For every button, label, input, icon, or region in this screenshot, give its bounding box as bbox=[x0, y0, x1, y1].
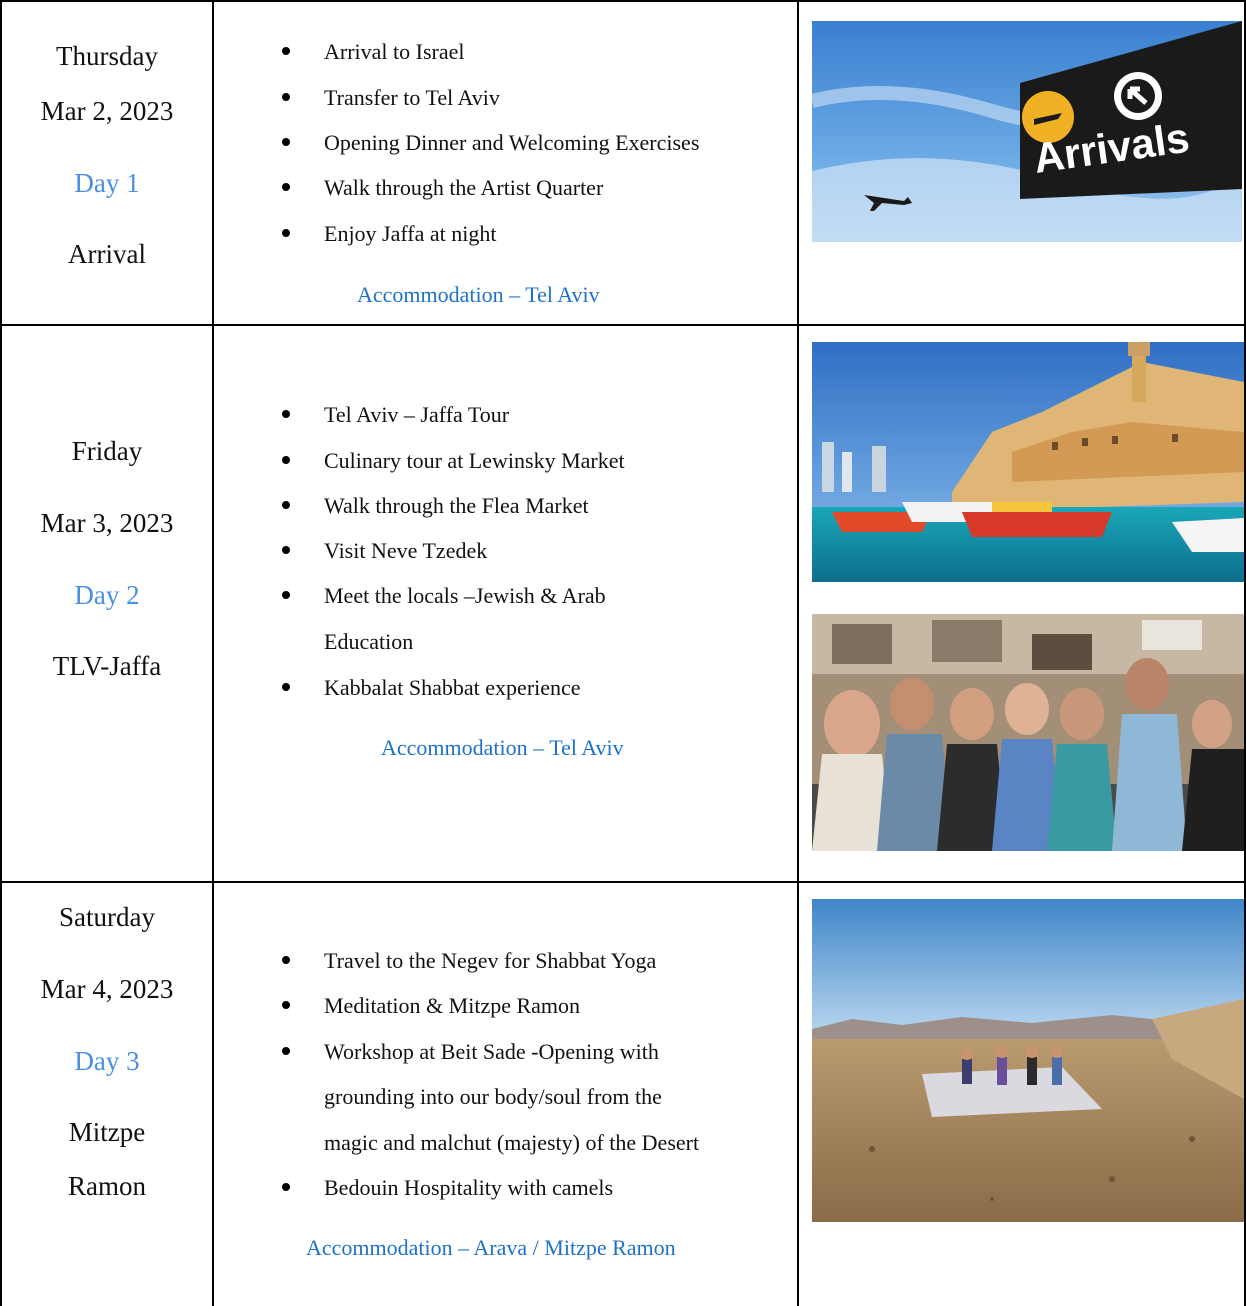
list-item: Bedouin Hospitality with camels bbox=[282, 1177, 613, 1199]
bullet-icon bbox=[282, 501, 290, 509]
bullet-icon bbox=[282, 183, 290, 191]
day-1-activities-cell: Arrival to Israel Transfer to Tel Aviv O… bbox=[282, 0, 794, 324]
list-item-continuation: grounding into our body/soul from the bbox=[324, 1084, 662, 1109]
bullet-icon bbox=[282, 229, 290, 237]
bullet-icon bbox=[282, 546, 290, 554]
day-label: Day 1 bbox=[74, 168, 140, 198]
list-item: Arrival to Israel bbox=[282, 41, 465, 63]
accommodation-label: Accommodation – Tel Aviv bbox=[357, 282, 600, 307]
itinerary-page: { "days": [ { "weekday": "Thursday", "da… bbox=[0, 0, 1246, 1306]
date: Mar 4, 2023 bbox=[40, 974, 174, 1004]
column-divider-1 bbox=[212, 0, 214, 1306]
column-divider-2 bbox=[797, 0, 799, 1306]
group-toast-photo bbox=[812, 614, 1244, 851]
accommodation-label: Accommodation – Arava / Mitzpe Ramon bbox=[306, 1235, 676, 1260]
bullet-icon bbox=[282, 456, 290, 464]
list-item-continuation: Education bbox=[324, 629, 414, 654]
bullet-icon bbox=[282, 47, 290, 55]
place-name-line-1: Mitzpe bbox=[68, 1117, 146, 1147]
bullet-icon bbox=[282, 93, 290, 101]
bullet-icon bbox=[282, 1047, 290, 1055]
bullet-icon bbox=[282, 956, 290, 964]
list-item: Transfer to Tel Aviv bbox=[282, 87, 500, 109]
list-item: Workshop at Beit Sade -Opening with bbox=[282, 1041, 659, 1063]
arrivals-photo: Arrivals bbox=[812, 21, 1242, 242]
list-item: Travel to the Negev for Shabbat Yoga bbox=[282, 950, 656, 972]
date: Mar 2, 2023 bbox=[40, 96, 174, 126]
date: Mar 3, 2023 bbox=[40, 508, 174, 538]
place-name-line-2: Ramon bbox=[68, 1171, 146, 1201]
bullet-icon bbox=[282, 591, 290, 599]
day-2-activities-cell: Tel Aviv – Jaffa Tour Culinary tour at L… bbox=[282, 326, 794, 881]
day-label: Day 2 bbox=[74, 580, 140, 610]
bullet-icon bbox=[282, 138, 290, 146]
day-1-date-cell: Thursday Mar 2, 2023 Day 1 Arrival bbox=[2, 0, 212, 324]
day-3-date-cell: Saturday Mar 4, 2023 Day 3 Mitzpe Ramon bbox=[2, 883, 212, 1306]
list-item-continuation: magic and malchut (majesty) of the Deser… bbox=[324, 1130, 700, 1155]
list-item: Tel Aviv – Jaffa Tour bbox=[282, 404, 509, 426]
place-name: Arrival bbox=[68, 239, 146, 269]
bullet-icon bbox=[282, 410, 290, 418]
accommodation-label: Accommodation – Tel Aviv bbox=[381, 735, 624, 760]
list-item: Walk through the Flea Market bbox=[282, 495, 589, 517]
jaffa-port-photo bbox=[812, 342, 1244, 582]
list-item: Enjoy Jaffa at night bbox=[282, 223, 497, 245]
list-item: Culinary tour at Lewinsky Market bbox=[282, 450, 625, 472]
bullet-icon bbox=[282, 1001, 290, 1009]
place-name: TLV-Jaffa bbox=[52, 651, 162, 681]
weekday: Saturday bbox=[59, 902, 155, 932]
list-item: Meditation & Mitzpe Ramon bbox=[282, 995, 580, 1017]
day-2-date-cell: Friday Mar 3, 2023 Day 2 TLV-Jaffa bbox=[2, 326, 212, 881]
weekday: Thursday bbox=[56, 41, 158, 71]
list-item: Kabbalat Shabbat experience bbox=[282, 677, 581, 699]
list-item: Opening Dinner and Welcoming Exercises bbox=[282, 132, 699, 154]
weekday: Friday bbox=[71, 436, 143, 466]
day-3-activities-cell: Travel to the Negev for Shabbat Yoga Med… bbox=[282, 883, 794, 1306]
desert-yoga-photo bbox=[812, 899, 1244, 1222]
bullet-icon bbox=[282, 1183, 290, 1191]
bullet-icon bbox=[282, 683, 290, 691]
day-label: Day 3 bbox=[74, 1046, 140, 1076]
list-item: Visit Neve Tzedek bbox=[282, 540, 487, 562]
list-item: Walk through the Artist Quarter bbox=[282, 177, 603, 199]
list-item: Meet the locals –Jewish & Arab bbox=[282, 585, 606, 607]
